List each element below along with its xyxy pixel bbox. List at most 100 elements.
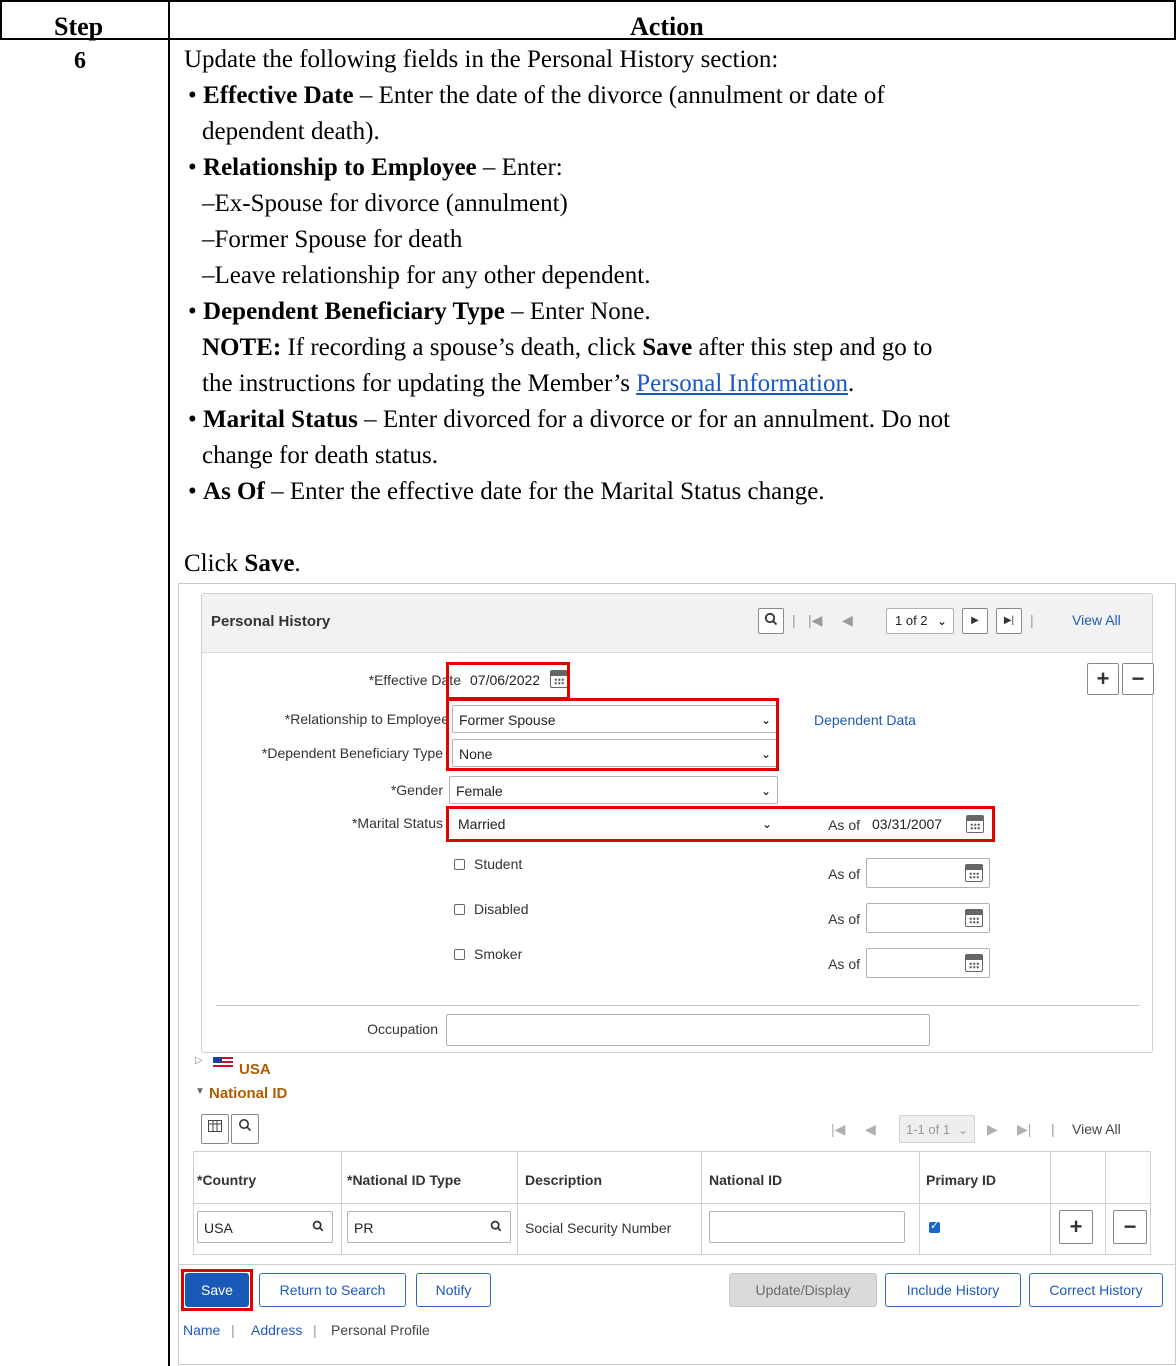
page-count: 1 of 2 (895, 613, 928, 628)
usa-section-label[interactable]: USA (239, 1061, 271, 1078)
country-value: USA (204, 1220, 233, 1236)
grid-last-icon[interactable]: ▶| (1017, 1121, 1031, 1138)
grid-personalize-icon[interactable] (201, 1114, 229, 1144)
grid-line (701, 1151, 702, 1255)
bullet-label: Effective Date (203, 82, 354, 109)
note-line: NOTE: If recording a spouse’s death, cli… (202, 330, 932, 366)
highlight-save (181, 1269, 253, 1311)
grid-first-icon[interactable]: |◀ (831, 1121, 845, 1138)
calendar-icon[interactable] (965, 864, 983, 882)
student-checkbox[interactable] (454, 859, 465, 870)
sub-item: –Former Spouse for death (202, 226, 463, 253)
occupation-input[interactable] (446, 1014, 930, 1046)
marital-label: *Marital Status (351, 815, 443, 831)
disabled-checkbox[interactable] (454, 904, 465, 915)
last-page-icon[interactable]: ▶| (996, 608, 1022, 634)
highlight-marital-status (446, 806, 995, 842)
grid-prev-icon[interactable]: ◀ (865, 1121, 876, 1138)
correct-history-button[interactable]: Correct History (1029, 1273, 1163, 1307)
col-description: Description (525, 1172, 603, 1188)
bullet-text: – Enter the date of the divorce (annulme… (353, 82, 885, 109)
click-suffix: . (294, 550, 301, 577)
table-column-divider (168, 0, 170, 1366)
calendar-icon[interactable] (965, 954, 983, 972)
grid-line (1150, 1151, 1151, 1255)
table-header-border (0, 38, 1176, 40)
as-of-label: As of (828, 866, 860, 882)
relationship-label: *Relationship to Employee (284, 711, 449, 727)
prev-page-icon[interactable]: ◀ (842, 612, 853, 629)
chevron-down-icon: ⌄ (760, 784, 771, 798)
note-text: the instructions for updating the Member… (202, 370, 637, 397)
grid-search-icon[interactable] (231, 1114, 259, 1144)
us-flag-canton-icon (213, 1057, 222, 1063)
note-text: after this step and go to (692, 334, 933, 361)
divider (216, 1005, 1140, 1006)
sub-item: –Ex-Spouse for divorce (annulment) (202, 190, 568, 217)
bullet-label: Marital Status (203, 406, 358, 433)
id-type-input[interactable]: PR (347, 1211, 511, 1243)
gender-value: Female (456, 783, 503, 799)
address-link[interactable]: Address (251, 1322, 302, 1338)
gender-select[interactable]: Female ⌄ (449, 776, 778, 804)
remove-row-icon[interactable]: − (1113, 1210, 1147, 1244)
lookup-icon[interactable] (312, 1212, 324, 1244)
update-display-button[interactable]: Update/Display (729, 1273, 877, 1307)
expanded-triangle-icon[interactable]: ▼ (195, 1086, 205, 1097)
country-input[interactable]: USA (197, 1211, 333, 1243)
col-country: *Country (197, 1172, 257, 1188)
notify-button[interactable]: Notify (416, 1273, 491, 1307)
search-icon[interactable] (758, 608, 784, 634)
collapsed-triangle-icon[interactable]: ▷ (195, 1055, 203, 1066)
as-of-label: As of (828, 956, 860, 972)
view-all-link[interactable]: View All (1072, 612, 1121, 628)
grid-next-icon[interactable]: ▶ (987, 1121, 998, 1138)
bullet-label: Dependent Beneficiary Type (203, 298, 505, 325)
primary-id-checkbox[interactable] (929, 1219, 940, 1233)
click-save-line: Click Save. (184, 546, 301, 582)
lookup-icon[interactable] (490, 1212, 502, 1244)
bullet-marital: • Marital Status – Enter divorced for a … (188, 406, 951, 433)
name-link[interactable]: Name (183, 1322, 220, 1338)
disabled-label: Disabled (474, 901, 529, 917)
calendar-icon[interactable] (965, 909, 983, 927)
bullet-as-of: • As Of – Enter the effective date for t… (188, 478, 825, 505)
personal-history-group: Personal History | |◀ ◀ 1 of 2 ⌄ ▶ ▶| | … (201, 593, 1154, 1053)
col-id-type: *National ID Type (347, 1172, 462, 1188)
table-left-border (0, 0, 2, 39)
national-id-input[interactable] (709, 1211, 905, 1243)
first-page-icon[interactable]: |◀ (808, 612, 822, 629)
grid-line (193, 1254, 1151, 1255)
include-history-button[interactable]: Include History (885, 1273, 1021, 1307)
grid-line (193, 1151, 194, 1255)
page-selector[interactable]: 1 of 2 ⌄ (886, 608, 954, 634)
add-row-icon[interactable]: + (1059, 1210, 1093, 1244)
note-save: Save (642, 334, 693, 361)
remove-row-icon[interactable]: − (1122, 663, 1154, 695)
peoplesoft-screenshot: Personal History | |◀ ◀ 1 of 2 ⌄ ▶ ▶| | … (178, 583, 1176, 1365)
grid-page-selector[interactable]: 1-1 of 1 ⌄ (899, 1115, 975, 1143)
bullet-text: – Enter the effective date for the Marit… (264, 478, 825, 505)
personal-profile-link[interactable]: Personal Profile (331, 1322, 430, 1338)
next-page-icon[interactable]: ▶ (962, 608, 988, 634)
step-number: 6 (74, 48, 86, 74)
return-to-search-button[interactable]: Return to Search (259, 1273, 406, 1307)
personal-information-link[interactable]: Personal Information (636, 370, 848, 397)
national-id-section-label[interactable]: National ID (209, 1085, 287, 1102)
highlight-effective-date (446, 662, 570, 700)
header-step: Step (54, 12, 104, 41)
divider (179, 1264, 1175, 1265)
grid-line (517, 1151, 518, 1255)
grid-line (1050, 1151, 1051, 1255)
id-type-value: PR (354, 1220, 374, 1236)
dependent-data-link[interactable]: Dependent Data (814, 712, 916, 728)
grid-view-all-link[interactable]: View All (1072, 1121, 1121, 1137)
as-of-label: As of (828, 911, 860, 927)
bullet-relationship: • Relationship to Employee – Enter: (188, 154, 563, 181)
add-row-icon[interactable]: + (1087, 663, 1119, 695)
student-label: Student (474, 856, 523, 872)
separator: | (1030, 612, 1034, 628)
smoker-checkbox[interactable] (454, 949, 465, 960)
separator: | (792, 612, 796, 628)
table-top-border (0, 0, 1176, 2)
